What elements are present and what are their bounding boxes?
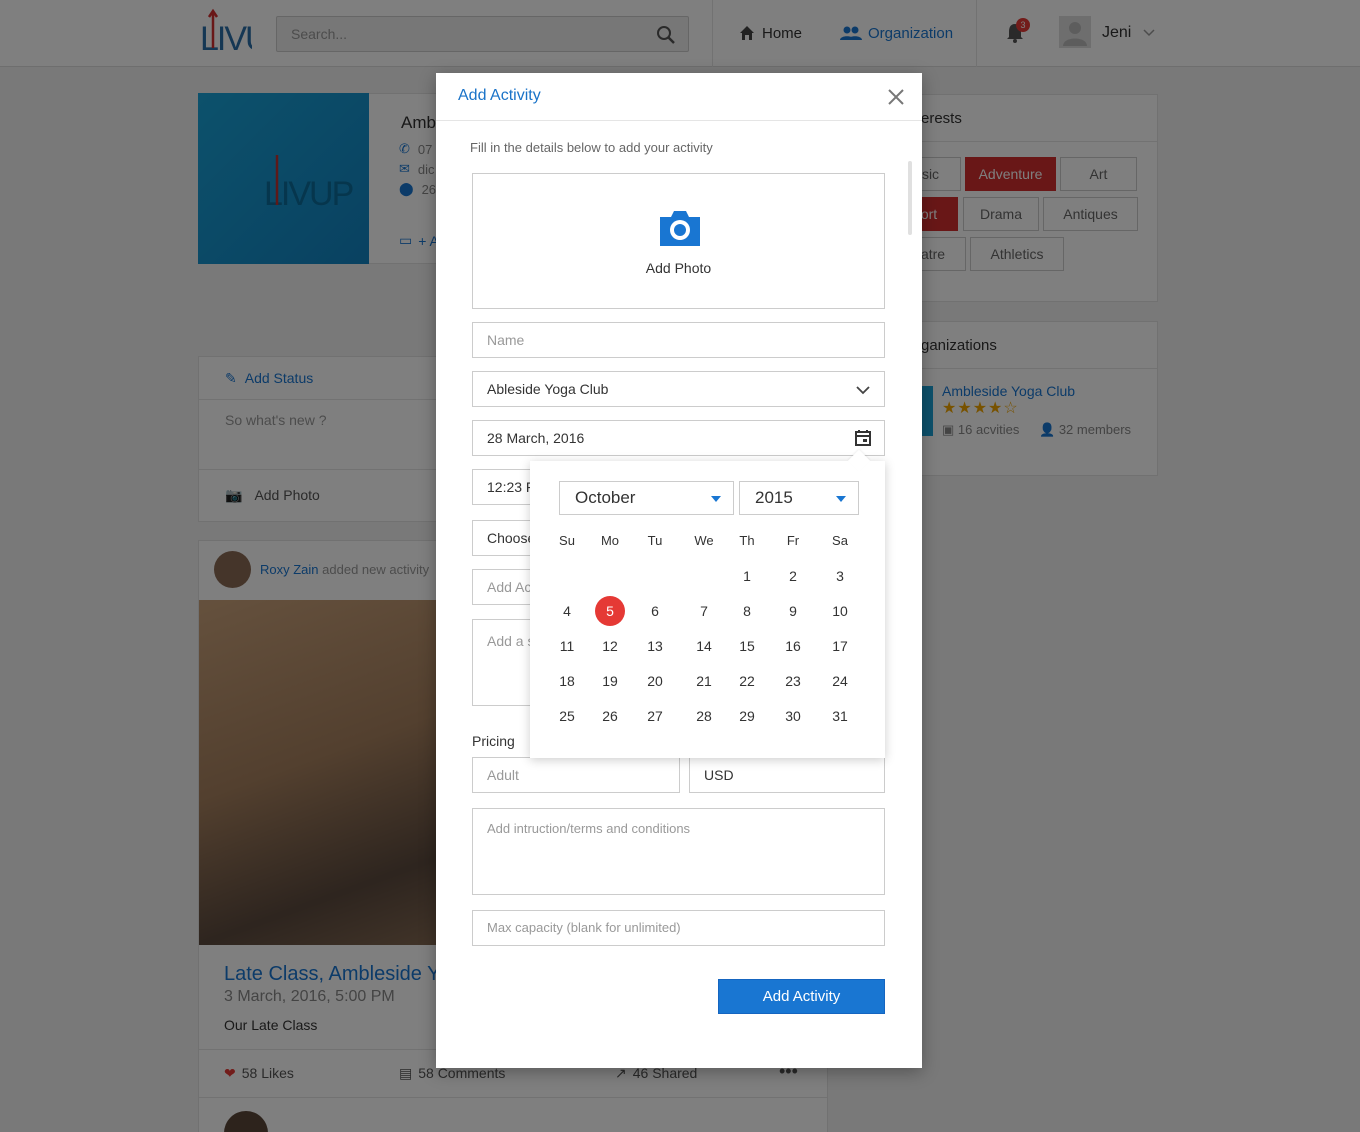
calendar-day[interactable]: 16 (775, 632, 811, 660)
time-value: 12:23 F (487, 479, 535, 495)
calendar-day[interactable]: 31 (822, 702, 858, 730)
year-value: 2015 (755, 488, 793, 507)
close-icon[interactable] (886, 87, 906, 107)
choose-value: Choose (487, 530, 536, 546)
calendar-day[interactable]: 17 (822, 632, 858, 660)
calendar-day[interactable]: 11 (549, 632, 585, 660)
terms-placeholder: Add intruction/terms and conditions (487, 821, 691, 836)
date-picker-popup: October 2015 Su Mo Tu We Th Fr Sa 1 2 3 4 5 6 7 8 9 10 11… (530, 449, 885, 758)
calendar-day[interactable]: 2 (775, 562, 811, 590)
calendar-day[interactable]: 24 (822, 667, 858, 695)
camera-icon (660, 211, 700, 246)
date-input[interactable]: 28 March, 2016 (472, 420, 885, 456)
calendar-day[interactable]: 30 (775, 702, 811, 730)
calendar-day[interactable]: 8 (729, 597, 765, 625)
add-photo-label: Add Photo (645, 260, 712, 276)
name-placeholder: Name (487, 332, 525, 348)
weekday-header: Tu (647, 533, 663, 548)
calendar-day[interactable]: 4 (549, 597, 585, 625)
organization-value: Ableside Yoga Club (487, 381, 609, 397)
summary-placeholder: Add a s (487, 633, 535, 649)
calendar-day[interactable]: 6 (637, 597, 673, 625)
calendar-day[interactable]: 15 (729, 632, 765, 660)
month-value: October (575, 488, 636, 507)
chevron-down-icon (856, 386, 870, 395)
calendar-day[interactable]: 13 (637, 632, 673, 660)
weekday-header: Mo (600, 533, 620, 548)
currency-value: USD (704, 767, 734, 783)
adult-price-input[interactable]: Adult (472, 757, 680, 793)
calendar-day[interactable]: 18 (549, 667, 585, 695)
calendar-day[interactable]: 23 (775, 667, 811, 695)
weekday-header: Su (559, 533, 575, 548)
currency-select[interactable]: USD (689, 757, 885, 793)
name-input[interactable]: Name (472, 322, 885, 358)
calendar-day[interactable]: 21 (686, 667, 722, 695)
add-photo-button[interactable]: Add Photo (472, 173, 885, 309)
calendar-day[interactable]: 3 (822, 562, 858, 590)
calendar-day[interactable]: 29 (729, 702, 765, 730)
year-select[interactable]: 2015 (739, 481, 859, 515)
weekday-header: Sa (832, 533, 848, 548)
weekday-header: Fr (786, 533, 800, 548)
calendar-day[interactable]: 7 (686, 597, 722, 625)
activity-placeholder: Add Ac (487, 579, 532, 595)
weekday-header: We (694, 533, 714, 548)
calendar-day[interactable]: 1 (729, 562, 765, 590)
calendar-day[interactable]: 27 (637, 702, 673, 730)
modal-title: Add Activity (458, 87, 541, 104)
calendar-day[interactable]: 28 (686, 702, 722, 730)
terms-textarea[interactable]: Add intruction/terms and conditions (472, 808, 885, 895)
adult-placeholder: Adult (487, 767, 519, 783)
pricing-label: Pricing (472, 733, 515, 749)
calendar-day[interactable]: 9 (775, 597, 811, 625)
calendar-day[interactable]: 26 (592, 702, 628, 730)
calendar-day[interactable]: 14 (686, 632, 722, 660)
capacity-input[interactable]: Max capacity (blank for unlimited) (472, 910, 885, 946)
scrollbar[interactable] (908, 161, 912, 235)
calendar-day[interactable]: 19 (592, 667, 628, 695)
modal-intro: Fill in the details below to add your ac… (470, 140, 713, 155)
calendar-day[interactable]: 10 (822, 597, 858, 625)
month-select[interactable]: October (559, 481, 734, 515)
modal-header: Add Activity (436, 73, 922, 121)
calendar-day-selected[interactable]: 5 (595, 596, 625, 626)
caret-down-icon (836, 496, 846, 502)
weekday-header: Th (739, 533, 755, 548)
calendar-icon[interactable] (854, 429, 872, 447)
calendar-day[interactable]: 20 (637, 667, 673, 695)
calendar-day[interactable]: 12 (592, 632, 628, 660)
date-value: 28 March, 2016 (487, 430, 585, 446)
calendar-day[interactable]: 25 (549, 702, 585, 730)
capacity-placeholder: Max capacity (blank for unlimited) (487, 920, 681, 935)
caret-down-icon (711, 496, 721, 502)
organization-select[interactable]: Ableside Yoga Club (472, 371, 885, 407)
add-activity-button[interactable]: Add Activity (718, 979, 885, 1014)
calendar-day[interactable]: 22 (729, 667, 765, 695)
